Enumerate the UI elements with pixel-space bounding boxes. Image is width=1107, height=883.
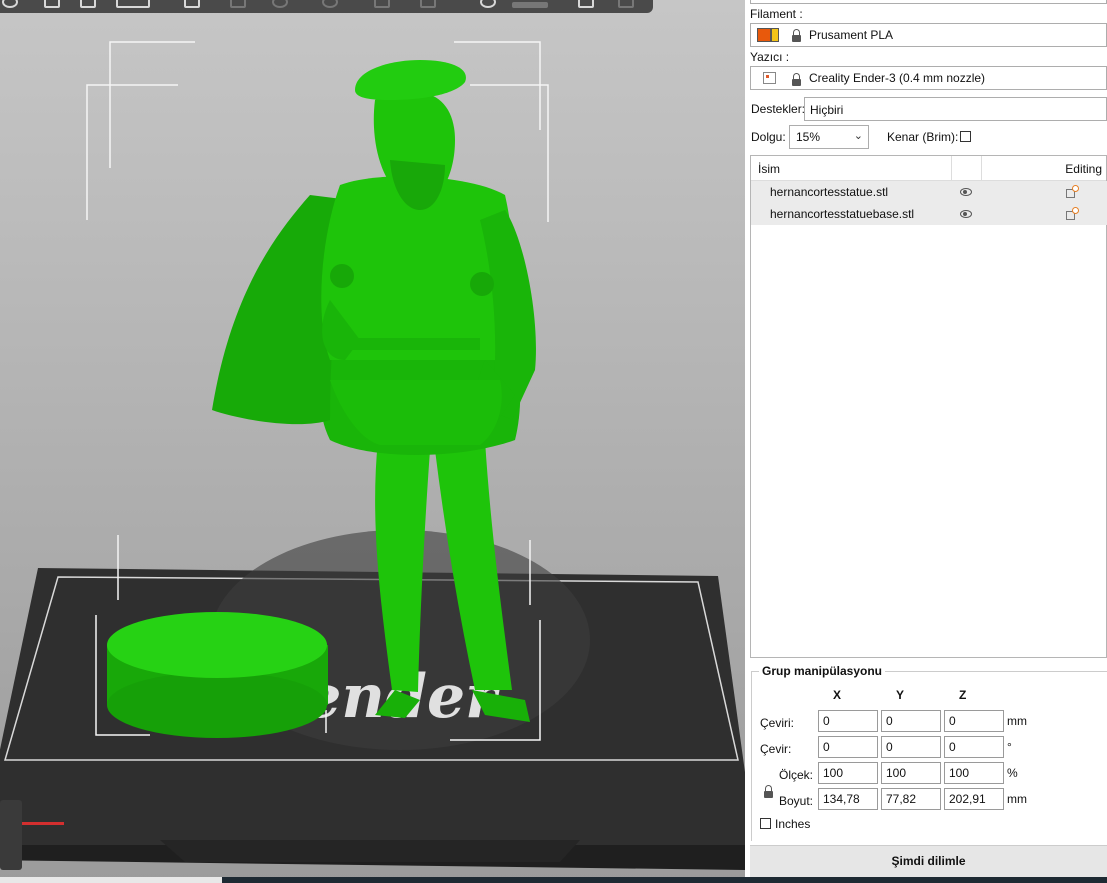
- size-unit: mm: [1007, 792, 1027, 806]
- scene: ender: [0, 41, 745, 870]
- filament-combo[interactable]: Prusament PLA: [750, 23, 1107, 47]
- axis-x-label: X: [833, 688, 842, 702]
- brim-checkbox[interactable]: [960, 131, 971, 142]
- rotation-z-input[interactable]: 0: [944, 736, 1004, 758]
- infill-combo[interactable]: 15% ⌄: [789, 125, 869, 149]
- inches-label: Inches: [775, 817, 811, 831]
- object-name: hernancortesstatue.stl: [770, 185, 889, 199]
- axis-y-label: Y: [896, 688, 905, 702]
- printer-label: Yazıcı :: [750, 50, 790, 64]
- rotation-x-input[interactable]: 0: [818, 736, 878, 758]
- filament-label: Filament :: [750, 7, 803, 21]
- column-editing[interactable]: Editing: [1065, 162, 1102, 176]
- object-name: hernancortesstatuebase.stl: [770, 207, 915, 221]
- scale-y-input[interactable]: 100: [881, 762, 941, 784]
- supports-value: Hiçbiri: [810, 103, 844, 117]
- manipulation-title: Grup manipülasyonu: [759, 664, 886, 678]
- taskbar: [222, 877, 1107, 883]
- scale-z-input[interactable]: 100: [944, 762, 1004, 784]
- position-unit: mm: [1007, 714, 1027, 728]
- filament-color-swatch[interactable]: [757, 28, 771, 42]
- infill-label: Dolgu:: [751, 130, 786, 144]
- printer-value: Creality Ender-3 (0.4 mm nozzle): [809, 71, 986, 85]
- supports-combo[interactable]: Hiçbiri: [804, 97, 1107, 121]
- printer-combo[interactable]: Creality Ender-3 (0.4 mm nozzle): [750, 66, 1107, 90]
- position-label: Çeviri:: [760, 716, 795, 730]
- list-item[interactable]: hernancortesstatue.stl: [751, 181, 1107, 203]
- statue-base-model[interactable]: [107, 612, 328, 738]
- rotation-label: Çevir:: [760, 742, 792, 756]
- size-label: Boyut:: [779, 794, 814, 808]
- slice-now-label: Şimdi dilimle: [891, 854, 966, 868]
- rotation-y-input[interactable]: 0: [881, 736, 941, 758]
- 3d-viewport[interactable]: ender: [0, 0, 745, 883]
- scale-x-input[interactable]: 100: [818, 762, 878, 784]
- scale-label: Ölçek:: [779, 768, 814, 782]
- eye-icon[interactable]: [960, 210, 972, 218]
- chevron-down-icon: ⌄: [853, 130, 863, 142]
- axis-z-label: Z: [959, 688, 967, 702]
- position-x-input[interactable]: 0: [818, 710, 878, 732]
- rotation-unit: °: [1007, 740, 1012, 754]
- eye-icon[interactable]: [960, 188, 972, 196]
- object-list: İsim Editing: [750, 155, 1107, 658]
- infill-value: 15%: [796, 130, 821, 144]
- position-z-input[interactable]: 0: [944, 710, 1004, 732]
- filament-color-swatch-2: [771, 28, 779, 42]
- filament-value: Prusament PLA: [809, 28, 894, 42]
- position-y-input[interactable]: 0: [881, 710, 941, 732]
- supports-label: Destekler:: [751, 102, 806, 116]
- lock-icon: [792, 73, 801, 86]
- inches-checkbox[interactable]: [760, 818, 771, 829]
- size-x-input[interactable]: 134,78: [818, 788, 878, 810]
- column-name[interactable]: İsim: [758, 162, 780, 176]
- lock-icon: [792, 29, 801, 42]
- size-z-input[interactable]: 202,91: [944, 788, 1004, 810]
- object-list-header: İsim Editing: [751, 156, 1106, 181]
- scale-unit: %: [1007, 766, 1018, 780]
- list-item[interactable]: hernancortesstatuebase.stl: [751, 203, 1107, 225]
- brim-label: Kenar (Brim):: [887, 130, 959, 144]
- size-y-input[interactable]: 77,82: [881, 788, 941, 810]
- settings-panel: Filament : Prusament PLA Yazıcı : Creali…: [745, 0, 1107, 883]
- edit-settings-icon[interactable]: [1066, 185, 1079, 198]
- edit-settings-icon[interactable]: [1066, 207, 1079, 220]
- scale-lock-icon[interactable]: [764, 785, 773, 798]
- slice-now-button[interactable]: Şimdi dilimle: [750, 845, 1107, 878]
- printer-icon: [763, 72, 776, 84]
